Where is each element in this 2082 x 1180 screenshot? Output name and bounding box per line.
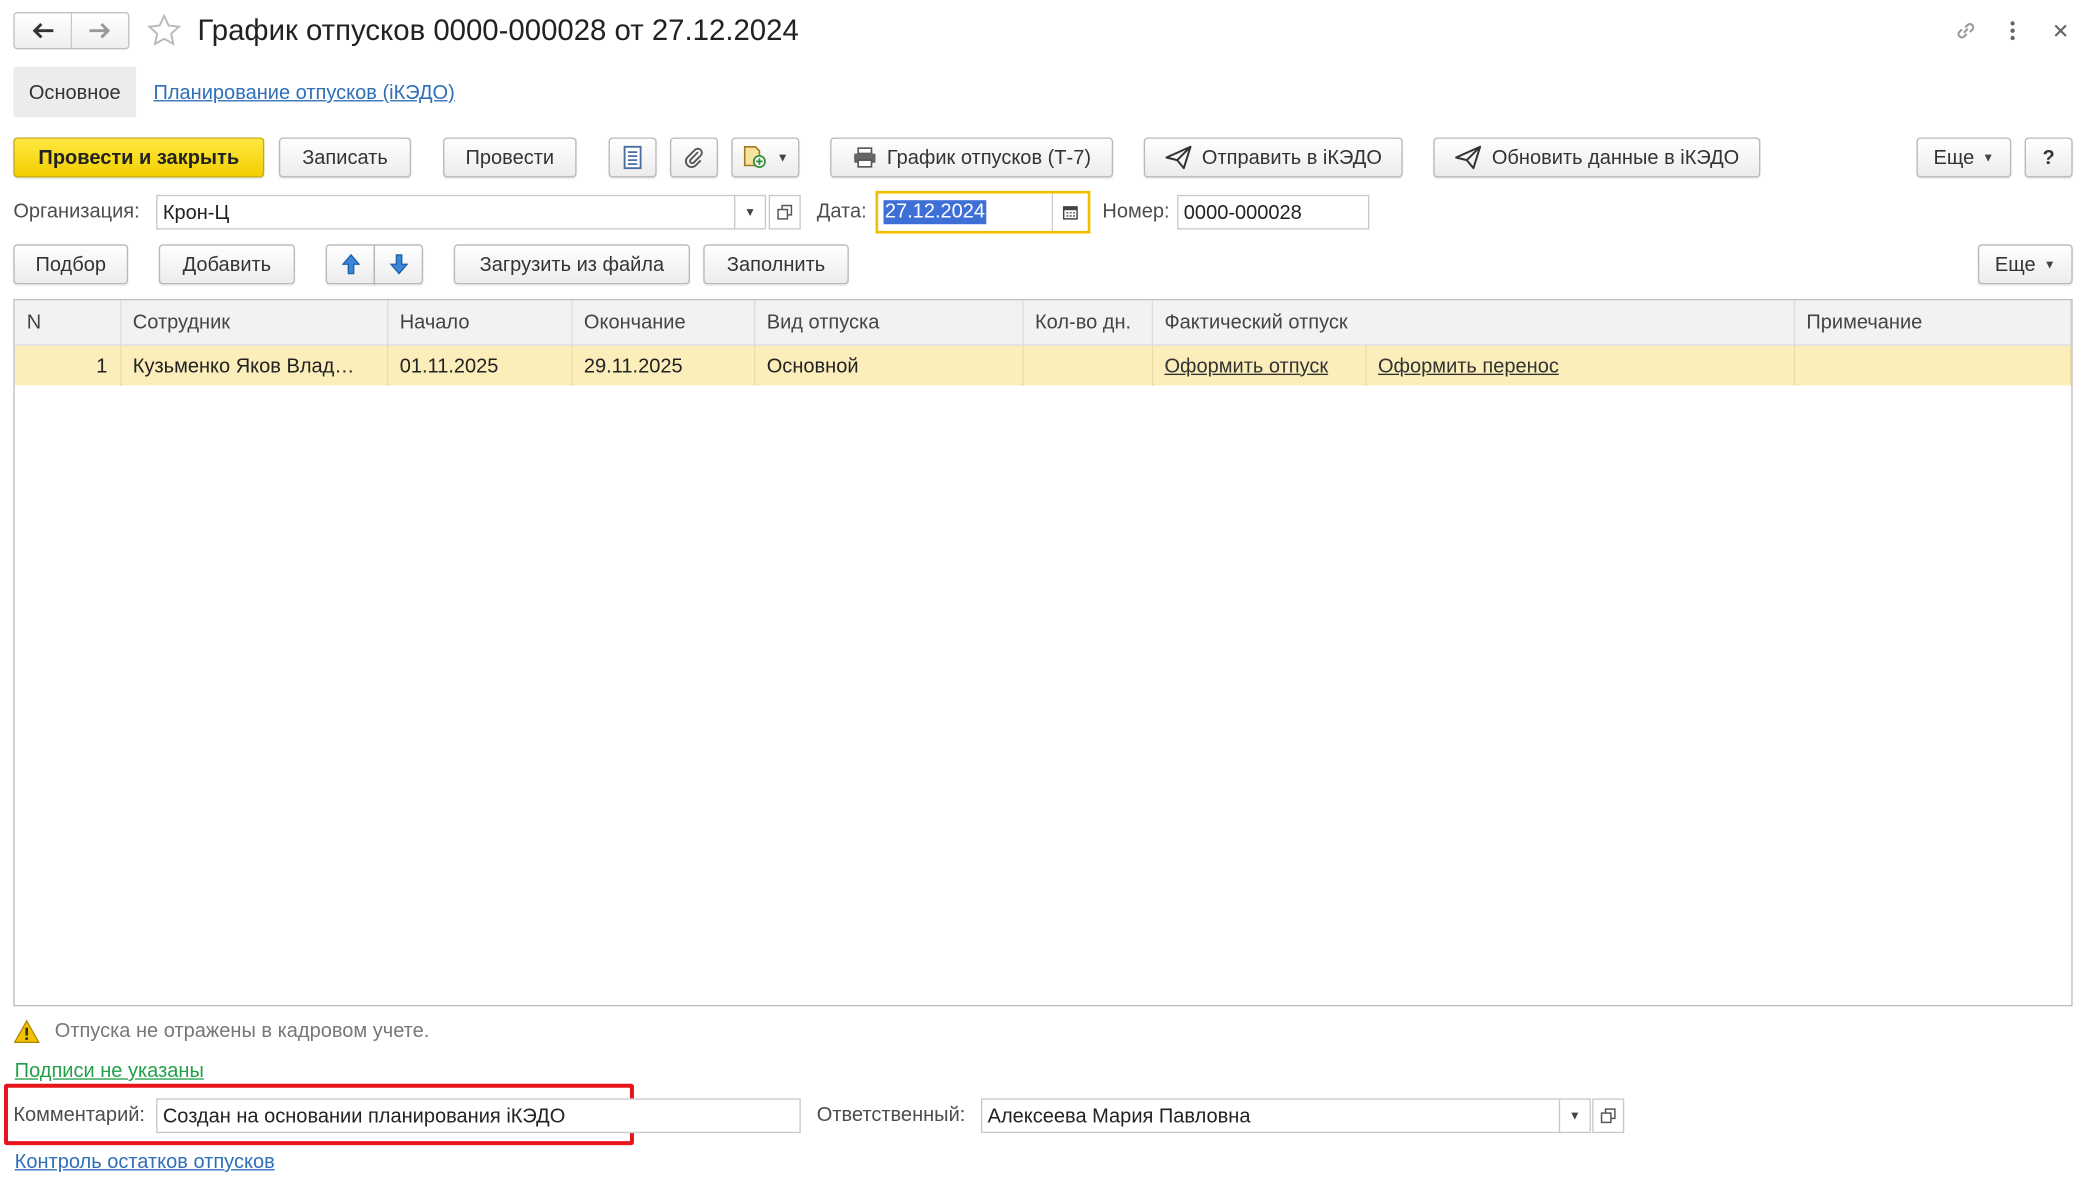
cell-employee[interactable]: Кузьменко Яков Влад…: [120, 344, 388, 386]
table-more-button[interactable]: Еще ▼: [1977, 244, 2073, 285]
link-icon: [1957, 23, 1975, 39]
open-window-icon: [1600, 1108, 1616, 1124]
cell-note[interactable]: [1793, 344, 2071, 386]
comment-label: Комментарий:: [13, 1103, 146, 1127]
document-list-button[interactable]: [608, 137, 657, 178]
tab-main[interactable]: Основное: [13, 66, 137, 118]
date-value: 27.12.2024: [883, 200, 987, 225]
organization-dropdown-button[interactable]: ▼: [734, 194, 767, 230]
tab-planning-link[interactable]: Планирование отпусков (iКЭДО): [153, 80, 454, 107]
send-ikedo-button[interactable]: Отправить в iКЭДО: [1143, 137, 1403, 178]
register-vacation-link[interactable]: Оформить отпуск: [1164, 354, 1328, 377]
column-header-note[interactable]: Примечание: [1793, 300, 2071, 346]
save-button[interactable]: Записать: [278, 137, 412, 178]
link-button[interactable]: [1951, 16, 1980, 45]
organization-field[interactable]: Крон-Ц: [156, 194, 736, 230]
column-header-kind[interactable]: Вид отпуска: [754, 300, 1023, 346]
organization-label: Организация:: [13, 200, 140, 223]
table-row[interactable]: 1 Кузьменко Яков Влад… 01.11.2025 29.11.…: [14, 344, 2071, 386]
update-ikedo-label: Обновить данные в iКЭДО: [1491, 146, 1740, 169]
comment-field[interactable]: Создан на основании планирования iКЭДО: [156, 1098, 801, 1134]
cell-action-vacation: Оформить отпуск: [1151, 344, 1366, 386]
signatures-link[interactable]: Подписи не указаны: [15, 1058, 204, 1085]
chevron-down-icon: ▼: [1982, 150, 1995, 165]
cell-end[interactable]: 29.11.2025: [571, 344, 755, 386]
chevron-down-icon: ▼: [1568, 1109, 1581, 1123]
cell-start[interactable]: 01.11.2025: [387, 344, 572, 386]
column-header-n[interactable]: N: [14, 300, 121, 346]
table-header-row: N Сотрудник Начало Окончание Вид отпуска…: [14, 300, 2071, 346]
page-title: График отпусков 0000-000028 от 27.12.202…: [197, 13, 799, 47]
pick-button[interactable]: Подбор: [13, 244, 129, 285]
column-header-actual-vacation[interactable]: Фактический отпуск: [1151, 300, 1795, 346]
vacation-balance-link[interactable]: Контроль остатков отпусков: [15, 1149, 275, 1176]
column-header-start[interactable]: Начало: [387, 300, 572, 346]
kebab-menu-icon: [2010, 21, 2015, 41]
send-ikedo-label: Отправить в iКЭДО: [1201, 146, 1382, 169]
print-t7-label: График отпусков (Т-7): [886, 146, 1092, 169]
arrow-up-icon: [340, 253, 360, 275]
post-button[interactable]: Провести: [443, 137, 577, 178]
fill-button[interactable]: Заполнить: [703, 244, 849, 285]
register-transfer-link[interactable]: Оформить перенос: [1378, 354, 1559, 377]
back-button[interactable]: [15, 13, 73, 49]
document-list-icon: [623, 145, 642, 170]
add-row-button[interactable]: Добавить: [158, 244, 295, 285]
move-down-button[interactable]: [373, 244, 424, 285]
printer-icon: [852, 147, 876, 168]
calendar-icon: [1062, 206, 1078, 220]
more-label: Еще: [1933, 146, 1975, 169]
cell-kind[interactable]: Основной: [754, 344, 1023, 386]
document-create-icon: [743, 146, 766, 168]
more-actions-button[interactable]: [1998, 16, 2027, 45]
responsible-dropdown-button[interactable]: ▼: [1558, 1098, 1591, 1134]
responsible-label: Ответственный:: [816, 1103, 966, 1127]
close-button[interactable]: [2046, 16, 2075, 45]
warning-icon: [13, 1019, 40, 1044]
organization-open-button[interactable]: [768, 194, 801, 230]
move-up-button[interactable]: [325, 244, 376, 285]
update-ikedo-button[interactable]: Обновить данные в iКЭДО: [1433, 137, 1761, 178]
nav-buttons: [13, 12, 130, 50]
cell-days[interactable]: [1022, 344, 1153, 386]
warning-text: Отпуска не отражены в кадровом учете.: [54, 1019, 430, 1043]
create-based-on-button[interactable]: ▼: [731, 137, 800, 178]
post-and-close-button[interactable]: Провести и закрыть: [13, 137, 265, 178]
arrow-right-icon: [89, 22, 111, 39]
column-header-end[interactable]: Окончание: [571, 300, 755, 346]
cell-action-transfer: Оформить перенос: [1365, 344, 1795, 386]
favorite-star-button[interactable]: [144, 12, 184, 49]
date-label: Дата:: [816, 200, 867, 223]
arrow-left-icon: [32, 22, 54, 39]
print-t7-button[interactable]: График отпусков (Т-7): [830, 137, 1114, 178]
attach-file-button[interactable]: [669, 137, 719, 178]
forward-button[interactable]: [72, 13, 128, 48]
number-field[interactable]: 0000-000028: [1177, 194, 1370, 230]
vacation-table: N Сотрудник Начало Окончание Вид отпуска…: [13, 298, 2073, 1007]
responsible-open-button[interactable]: [1592, 1098, 1625, 1134]
table-more-label: Еще: [1994, 252, 2036, 276]
date-field[interactable]: 27.12.2024: [875, 190, 1091, 234]
responsible-field[interactable]: Алексеева Мария Павловна: [980, 1098, 1561, 1134]
arrow-down-icon: [389, 254, 408, 275]
cell-n[interactable]: 1: [14, 344, 121, 386]
chevron-down-icon: ▼: [2043, 257, 2056, 271]
load-from-file-button[interactable]: Загрузить из файла: [453, 244, 690, 285]
paperclip-icon: [685, 147, 703, 168]
paper-plane-icon: [1164, 145, 1192, 170]
column-header-employee[interactable]: Сотрудник: [120, 300, 388, 346]
column-header-days[interactable]: Кол-во дн.: [1022, 300, 1153, 346]
open-window-icon: [777, 204, 793, 220]
star-icon: [147, 13, 182, 46]
calendar-button[interactable]: [1051, 193, 1088, 231]
help-button[interactable]: ?: [2024, 137, 2073, 178]
close-icon: [2054, 24, 2067, 37]
paper-plane-icon: [1454, 145, 1481, 170]
number-label: Номер:: [1102, 200, 1170, 223]
chevron-down-icon: ▼: [776, 150, 789, 165]
more-button[interactable]: Еще ▼: [1916, 137, 2012, 178]
chevron-down-icon: ▼: [744, 205, 756, 219]
